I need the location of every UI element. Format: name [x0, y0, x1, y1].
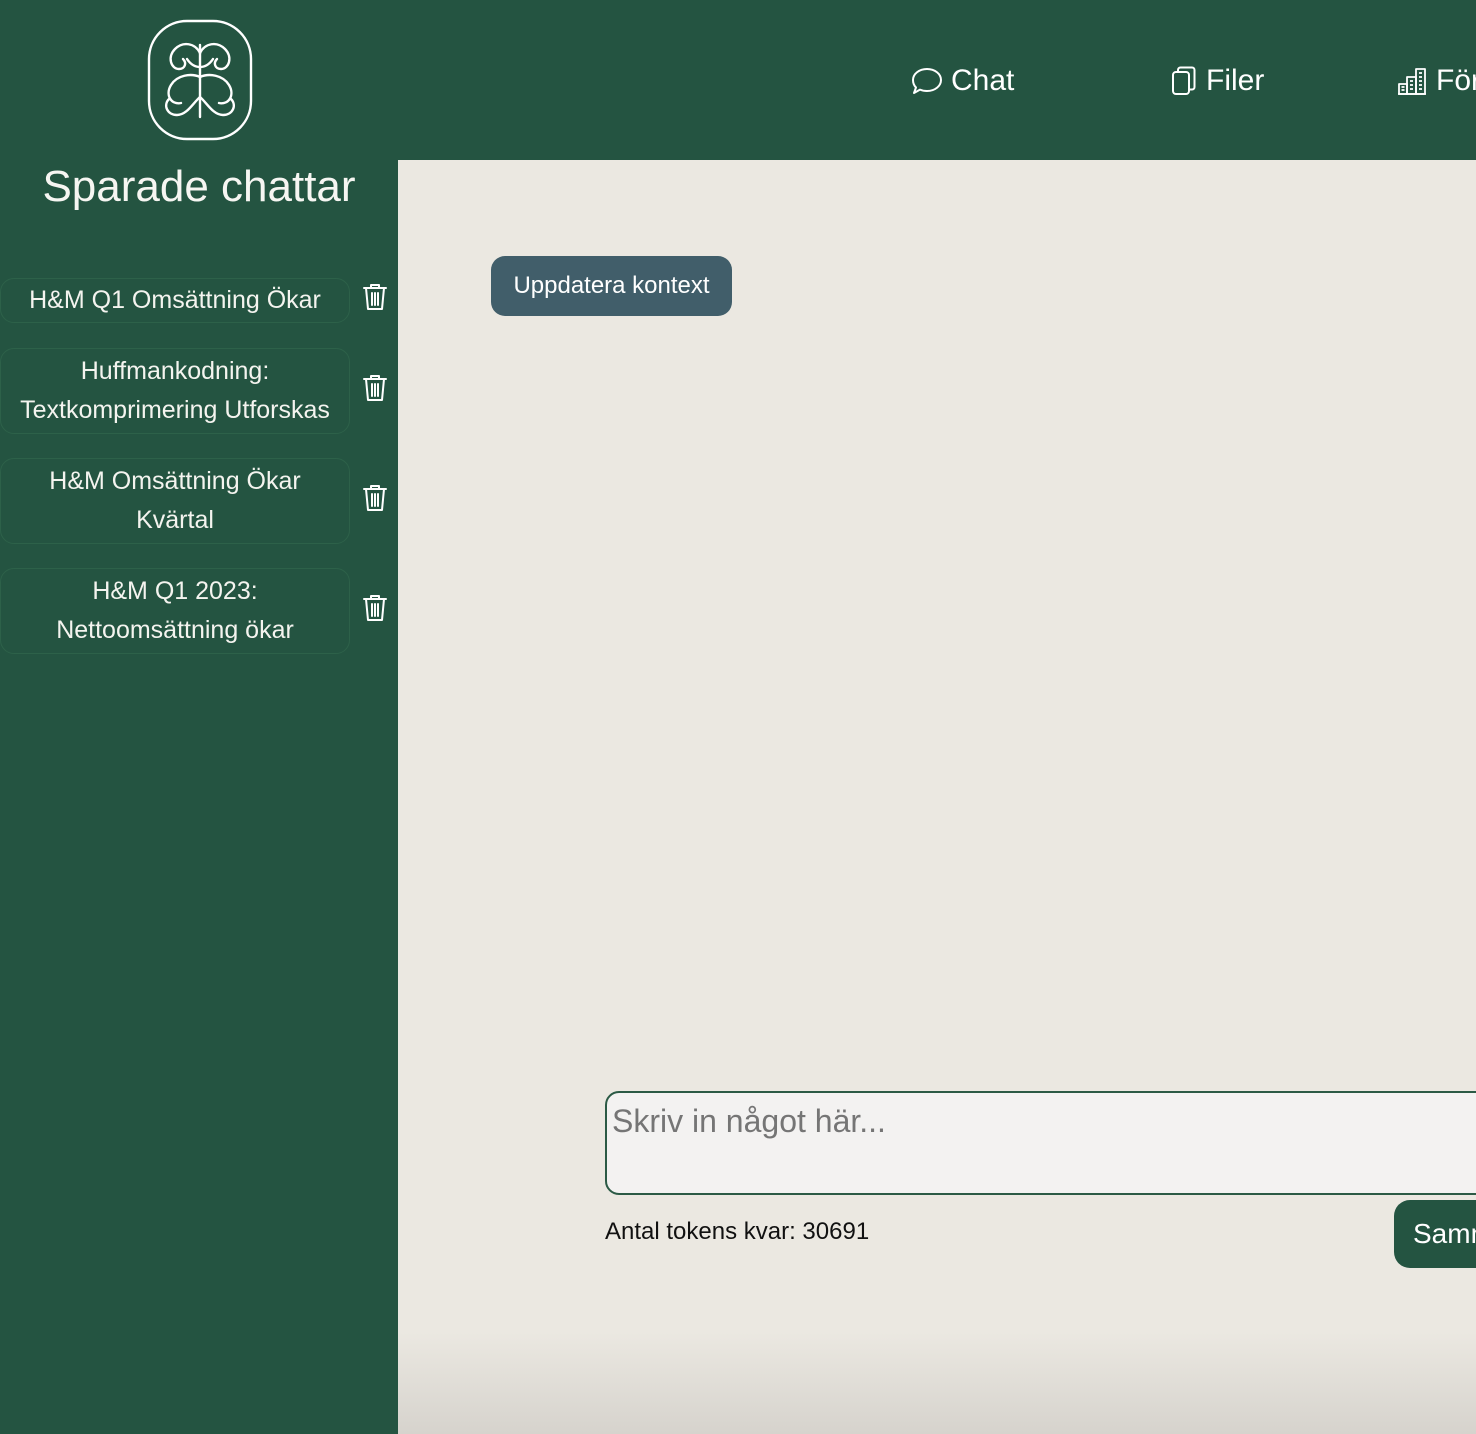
brain-logo-icon: [147, 19, 253, 141]
nav-third-label: För: [1436, 64, 1476, 97]
saved-chats-title: Sparade chattar: [42, 162, 356, 211]
saved-chat-item[interactable]: H&M Q1 Omsättning Ökar: [0, 278, 350, 323]
building-chart-icon: [1398, 68, 1426, 95]
speech-bubble-icon: [912, 68, 942, 94]
saved-chat-item[interactable]: H&M Omsättning Ökar Kvärtal: [0, 458, 350, 544]
nav-third[interactable]: För: [1396, 57, 1476, 105]
summarize-button[interactable]: Samm: [1394, 1200, 1476, 1268]
saved-chat-item[interactable]: Huffmankodning: Textkomprimering Utforsk…: [0, 348, 350, 434]
trash-icon[interactable]: [361, 483, 389, 513]
chat-main-area: [398, 160, 1476, 1434]
trash-icon[interactable]: [361, 373, 389, 403]
nav-files[interactable]: Filer: [1170, 57, 1264, 105]
sidebar: Sparade chattar H&M Q1 Omsättning Ökar H…: [0, 0, 398, 1434]
trash-icon[interactable]: [361, 282, 389, 312]
saved-chat-label: Huffmankodning: Textkomprimering Utforsk…: [20, 357, 330, 424]
nav-chat-label: Chat: [951, 64, 1015, 97]
copy-files-icon: [1172, 66, 1196, 95]
trash-icon[interactable]: [361, 593, 389, 623]
nav-chat[interactable]: Chat: [911, 57, 1014, 105]
saved-chat-label: H&M Q1 Omsättning Ökar: [29, 286, 321, 314]
saved-chat-label: H&M Q1 2023: Nettoomsättning ökar: [56, 577, 294, 644]
saved-chat-item[interactable]: H&M Q1 2023: Nettoomsättning ökar: [0, 568, 350, 654]
saved-chat-label: H&M Omsättning Ökar Kvärtal: [49, 467, 301, 534]
update-context-button[interactable]: Uppdatera kontext: [491, 256, 732, 316]
tokens-remaining-text: Antal tokens kvar: 30691: [605, 1218, 870, 1245]
chat-message-input[interactable]: [605, 1091, 1476, 1195]
nav-files-label: Filer: [1206, 64, 1265, 97]
